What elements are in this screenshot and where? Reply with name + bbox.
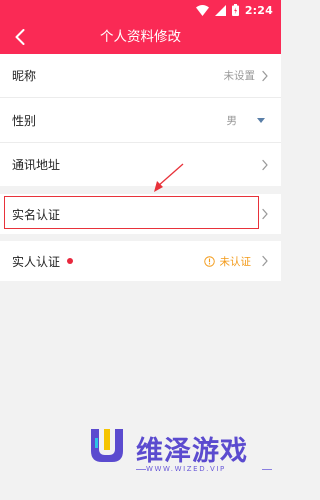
chevron-left-icon [15,29,25,45]
watermark-logo-icon [91,429,123,462]
watermark-title: 维泽游戏 [136,436,248,467]
divider [262,469,272,470]
person-verification-row[interactable]: 实人认证 未认证 [0,241,281,281]
notification-dot [67,258,73,264]
info-circle-icon [203,255,215,267]
nickname-value: 未设置 [223,70,256,82]
status-time: 2:24 [244,3,273,17]
real-name-label: 实名认证 [12,207,61,222]
page-title: 个人资料修改 [100,29,181,45]
battery-icon [231,4,239,16]
header: 个人资料修改 [0,20,281,54]
verification-status: 未认证 [203,254,252,269]
status-bar: 2:24 [0,0,281,20]
chevron-right-icon [262,70,268,81]
real-name-verification-row[interactable]: 实名认证 [0,194,281,234]
address-label: 通讯地址 [12,158,61,172]
divider [136,469,146,470]
watermark: 维泽游戏 WWW.WIZED.VIP [86,425,281,500]
gender-label: 性别 [12,113,37,128]
chevron-right-icon [262,255,268,267]
chevron-right-icon [262,159,268,170]
person-verify-label: 实人认证 [12,254,61,269]
gender-value: 男 [226,114,238,127]
gender-row[interactable]: 性别 男 [0,98,281,142]
caret-down-icon[interactable] [257,117,265,123]
back-button[interactable] [6,23,34,51]
chevron-right-icon [262,208,268,220]
signal-icon [214,4,226,16]
watermark-url: WWW.WIZED.VIP [146,465,226,473]
wifi-icon [195,4,209,16]
status-text: 未认证 [219,255,252,268]
nickname-label: 昵称 [12,69,37,83]
nickname-row[interactable]: 昵称 未设置 [0,54,281,97]
address-row[interactable]: 通讯地址 [0,143,281,186]
